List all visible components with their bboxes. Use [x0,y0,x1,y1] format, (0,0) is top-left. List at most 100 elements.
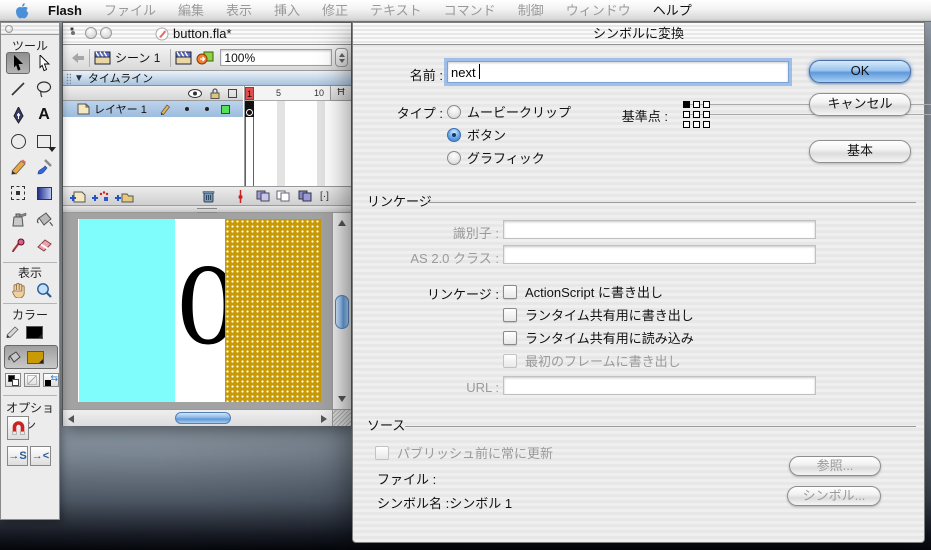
menu-control[interactable]: 制御 [507,0,555,21]
add-motion-guide-icon[interactable] [91,190,109,203]
import-runtime-sharing-option[interactable]: ランタイム共有用に読み込み [503,328,694,347]
name-input[interactable] [447,61,789,83]
snap-to-objects-button[interactable] [7,416,29,440]
registration-point-selected[interactable] [683,101,690,108]
as2-class-input[interactable] [503,245,816,264]
menu-modify[interactable]: 修正 [311,0,359,21]
ok-button[interactable]: OK [809,60,911,83]
menu-window[interactable]: ウィンドウ [555,0,642,21]
menu-flash[interactable]: Flash [37,0,93,21]
timeline-header-bar[interactable]: ▼ タイムライン [63,71,351,86]
export-runtime-sharing-option[interactable]: ランタイム共有用に書き出し [503,305,694,324]
button-radio[interactable] [447,128,461,142]
lock-icon[interactable] [210,88,220,99]
edit-scene-icon[interactable] [175,51,192,65]
stepper-down-icon[interactable] [339,59,345,63]
menu-insert[interactable]: 挿入 [263,0,311,21]
delete-layer-trash-icon[interactable] [202,189,215,203]
playhead[interactable]: 1 [245,87,254,100]
timeline-stage-splitter[interactable] [63,206,351,213]
default-colors-button[interactable] [5,373,21,387]
import-runtime-sharing-checkbox[interactable] [503,331,517,345]
zoom-tool-button[interactable] [32,279,56,301]
edit-symbols-icon[interactable] [196,50,214,65]
outline-color-icon[interactable] [228,89,237,98]
onion-skin-icon[interactable] [256,190,270,202]
minimize-button[interactable] [85,27,97,39]
symbol-button[interactable]: シンボル... [787,486,881,506]
text-tool-button[interactable]: A [32,104,56,126]
cancel-button[interactable]: キャンセル [809,93,911,116]
menu-view[interactable]: 表示 [215,0,263,21]
line-tool-button[interactable] [6,78,30,100]
center-frame-icon[interactable] [237,190,244,203]
export-actionscript-checkbox[interactable] [503,285,517,299]
scene-name[interactable]: シーン 1 [115,49,160,66]
menu-commands[interactable]: コマンド [433,0,507,21]
frame-view-button[interactable]: Ħ [330,86,351,101]
back-arrow-icon[interactable] [71,52,85,64]
rectangle-tool-button[interactable] [32,130,56,152]
smooth-button[interactable]: →S [7,446,28,466]
layer-outline-color[interactable] [221,105,230,114]
export-runtime-sharing-checkbox[interactable] [503,308,517,322]
export-actionscript-option[interactable]: ActionScript に書き出し [503,282,663,301]
browse-button[interactable]: 参照... [789,456,881,476]
layer-row[interactable]: レイヤー 1 [63,101,243,117]
type-button-option[interactable]: ボタン [447,125,506,144]
stroke-color-row[interactable] [5,322,57,342]
swap-colors-button[interactable]: ⇆ [43,373,59,387]
free-transform-tool-button[interactable] [6,182,30,204]
identifier-input[interactable] [503,220,816,239]
scroll-down-icon[interactable] [338,396,346,402]
frame-ruler[interactable]: 5 10 [245,86,331,101]
lasso-tool-button[interactable] [32,78,56,100]
stepper-up-icon[interactable] [339,53,345,57]
zoom-field[interactable]: 100% [220,49,332,66]
stage-digit[interactable]: 0 [175,247,225,367]
type-movieclip-option[interactable]: ムービークリップ [447,102,571,121]
paint-bucket-tool-button[interactable] [32,208,56,230]
fill-color-swatch[interactable] [27,351,44,364]
frames-area[interactable]: 5 10 1 [244,86,330,186]
type-graphic-option[interactable]: グラフィック [447,148,545,167]
movieclip-radio[interactable] [447,105,461,119]
edit-multiple-frames-icon[interactable] [298,190,312,202]
no-color-button[interactable] [24,373,40,387]
panel-grip[interactable] [66,73,71,84]
menu-file[interactable]: ファイル [93,0,167,21]
eraser-tool-button[interactable] [32,234,56,256]
onion-skin-outlines-icon[interactable] [276,190,290,202]
vertical-scrollbar[interactable] [332,213,351,409]
horizontal-scrollbar[interactable] [63,409,332,426]
menu-text[interactable]: テキスト [359,0,433,21]
document-titlebar[interactable]: button.fla* [63,23,351,45]
dialog-titlebar[interactable]: シンボルに変換 [353,23,924,45]
selected-gold-rectangle[interactable] [225,219,321,402]
insert-folder-icon[interactable] [114,190,134,203]
zoom-button[interactable] [100,27,112,39]
hand-tool-button[interactable] [6,279,30,301]
fill-color-row[interactable] [4,345,58,369]
subselect-tool-button[interactable] [32,52,56,74]
stroke-color-swatch[interactable] [26,326,43,339]
eyedropper-tool-button[interactable] [6,234,30,256]
menu-edit[interactable]: 編集 [167,0,215,21]
window-resize-grip[interactable] [332,409,351,426]
keyframe-cell[interactable] [245,101,254,117]
url-input[interactable] [503,376,816,395]
modify-onion-markers-icon[interactable]: [·] [320,191,329,202]
apple-menu-icon[interactable] [14,2,29,19]
arrow-tool-button[interactable] [6,52,30,74]
oval-tool-button[interactable] [6,130,30,152]
menu-help[interactable]: ヘルプ [642,0,703,21]
pen-tool-button[interactable] [6,104,30,126]
stage[interactable]: 0 [78,219,321,402]
palette-close-button[interactable] [5,25,13,33]
tools-titlebar[interactable] [1,23,59,35]
cyan-rectangle[interactable] [79,219,175,402]
layer-visibility-dot[interactable] [185,107,189,111]
layer-lock-dot[interactable] [205,107,209,111]
fill-transform-tool-button[interactable] [32,182,56,204]
scroll-left-icon[interactable] [68,415,74,423]
